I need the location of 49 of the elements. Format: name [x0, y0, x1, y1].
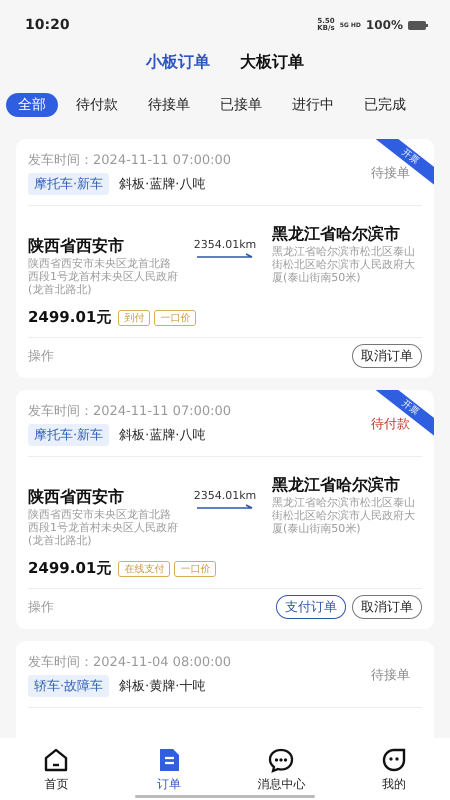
order-type-tab[interactable]: 大板订单: [240, 48, 304, 77]
order-type-tab[interactable]: 小板订单: [146, 48, 210, 77]
origin-address: 陕西省西安市未央区龙首北路西段1号龙首村未央区人民政府(龙首北路北): [28, 257, 178, 296]
vehicle-specs: 斜板·蓝牌·八吨: [119, 176, 206, 193]
distance: 2354.01km: [194, 238, 256, 251]
battery-level: 100%: [366, 18, 403, 32]
destination-city: 黑龙江省哈尔滨市: [272, 475, 401, 496]
battery-icon: [408, 20, 428, 30]
filter-tab[interactable]: 进行中: [280, 93, 346, 117]
cancel-order-button[interactable]: 取消订单: [352, 595, 422, 619]
distance: 2354.01km: [194, 489, 256, 502]
vehicle-tag: 轿车·故障车: [28, 675, 110, 697]
departure-time: 发车时间：2024-11-04 08:00:00: [28, 654, 232, 671]
order-card[interactable]: 发车时间：2024-11-04 08:00:00 轿车·故障车 斜板·黄牌·十吨 待接单: [16, 641, 434, 738]
destination-city: 黑龙江省哈尔滨市: [272, 224, 401, 245]
vehicle-tag: 摩托车·新车: [28, 173, 110, 195]
filter-tab[interactable]: 待接单: [136, 93, 202, 117]
actions-label: 操作: [28, 348, 54, 365]
order-status: 待付款: [371, 416, 410, 433]
cancel-order-button[interactable]: 取消订单: [352, 344, 422, 368]
filter-tab[interactable]: 待付款: [64, 93, 130, 117]
destination-address: 黑龙江省哈尔滨市松北区泰山街松北区哈尔滨市人民政府大厦(泰山街南50米): [272, 245, 416, 284]
actions-label: 操作: [28, 599, 54, 616]
nav-tab[interactable]: 我的: [338, 738, 450, 800]
order-status: 待接单: [371, 165, 410, 182]
price-tag: 一口价: [174, 560, 216, 576]
destination-address: 黑龙江省哈尔滨市松北区泰山街松北区哈尔滨市人民政府大厦(泰山街南50米): [272, 496, 416, 535]
origin-address: 陕西省西安市未央区龙首北路西段1号龙首村未央区人民政府(龙首北路北): [28, 508, 178, 547]
status-time: 10:20: [25, 17, 70, 33]
filter-tab[interactable]: 已完成: [352, 93, 418, 117]
filter-tab[interactable]: 已接单: [208, 93, 274, 117]
pay-order-button[interactable]: 支付订单: [276, 595, 346, 619]
price-tag: 一口价: [154, 310, 196, 326]
nav-tab[interactable]: 订单: [112, 738, 225, 800]
departure-time: 发车时间：2024-11-11 07:00:00: [28, 403, 232, 420]
vehicle-specs: 斜板·黄牌·十吨: [119, 678, 206, 695]
price: 2499.01元: [28, 308, 112, 327]
price: 2499.01元: [28, 559, 112, 578]
departure-time: 发车时间：2024-11-11 07:00:00: [28, 152, 232, 169]
nav-tab[interactable]: 消息中心: [225, 738, 338, 800]
origin-city: 陕西省西安市: [28, 236, 125, 257]
order-status: 待接单: [371, 667, 410, 684]
origin-city: 陕西省西安市: [28, 487, 125, 508]
price-tag: 在线支付: [118, 560, 170, 576]
vehicle-tag: 摩托车·新车: [28, 424, 110, 446]
vehicle-specs: 斜板·蓝牌·八吨: [119, 427, 206, 444]
price-tag: 到付: [118, 310, 150, 326]
filter-tab[interactable]: 全部: [6, 93, 58, 117]
nav-tab[interactable]: 首页: [0, 738, 112, 800]
